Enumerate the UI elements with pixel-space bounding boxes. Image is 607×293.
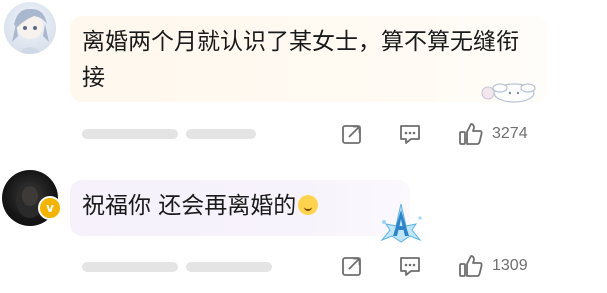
anime-avatar-icon: [12, 8, 49, 54]
share-button[interactable]: [340, 122, 364, 146]
thumbs-up-icon: [459, 255, 483, 277]
reply-button[interactable]: [398, 254, 422, 278]
comment-icon: [400, 125, 420, 144]
blurred-timestamp: [82, 129, 178, 139]
comment-text: 祝福你 还会再离婚的: [82, 188, 398, 224]
blurred-location: [186, 129, 256, 139]
comment-item: 离婚两个月就认识了某女士，算不算无缝衔接 3274: [0, 0, 607, 160]
share-icon: [342, 125, 361, 144]
like-count: 3274: [492, 125, 528, 142]
comment-meta: [82, 257, 272, 277]
comment-text: 离婚两个月就认识了某女士，算不算无缝衔接: [82, 29, 519, 91]
share-icon: [342, 257, 361, 276]
share-button[interactable]: [340, 254, 364, 278]
blurred-location: [186, 262, 272, 272]
ice-crystal-a-sticker-icon: [380, 203, 422, 243]
thumbs-up-icon: [459, 123, 483, 145]
cinnamoroll-sticker-icon: [481, 83, 536, 103]
comment-bubble: 祝福你 还会再离婚的: [70, 180, 410, 236]
comment-item: v 祝福你 还会再离婚的 1309: [0, 160, 607, 293]
comment-bubble: 离婚两个月就认识了某女士，算不算无缝衔接: [70, 16, 548, 102]
like-button[interactable]: 3274: [458, 120, 528, 148]
blurred-timestamp: [82, 262, 178, 272]
smile-emoji-icon: [298, 195, 319, 215]
comment-meta: [82, 124, 256, 144]
comment-icon: [400, 257, 420, 276]
like-count: 1309: [492, 257, 528, 274]
reply-button[interactable]: [398, 122, 422, 146]
verified-v-icon: v: [38, 196, 62, 220]
like-button[interactable]: 1309: [458, 252, 528, 280]
avatar[interactable]: [4, 2, 56, 54]
